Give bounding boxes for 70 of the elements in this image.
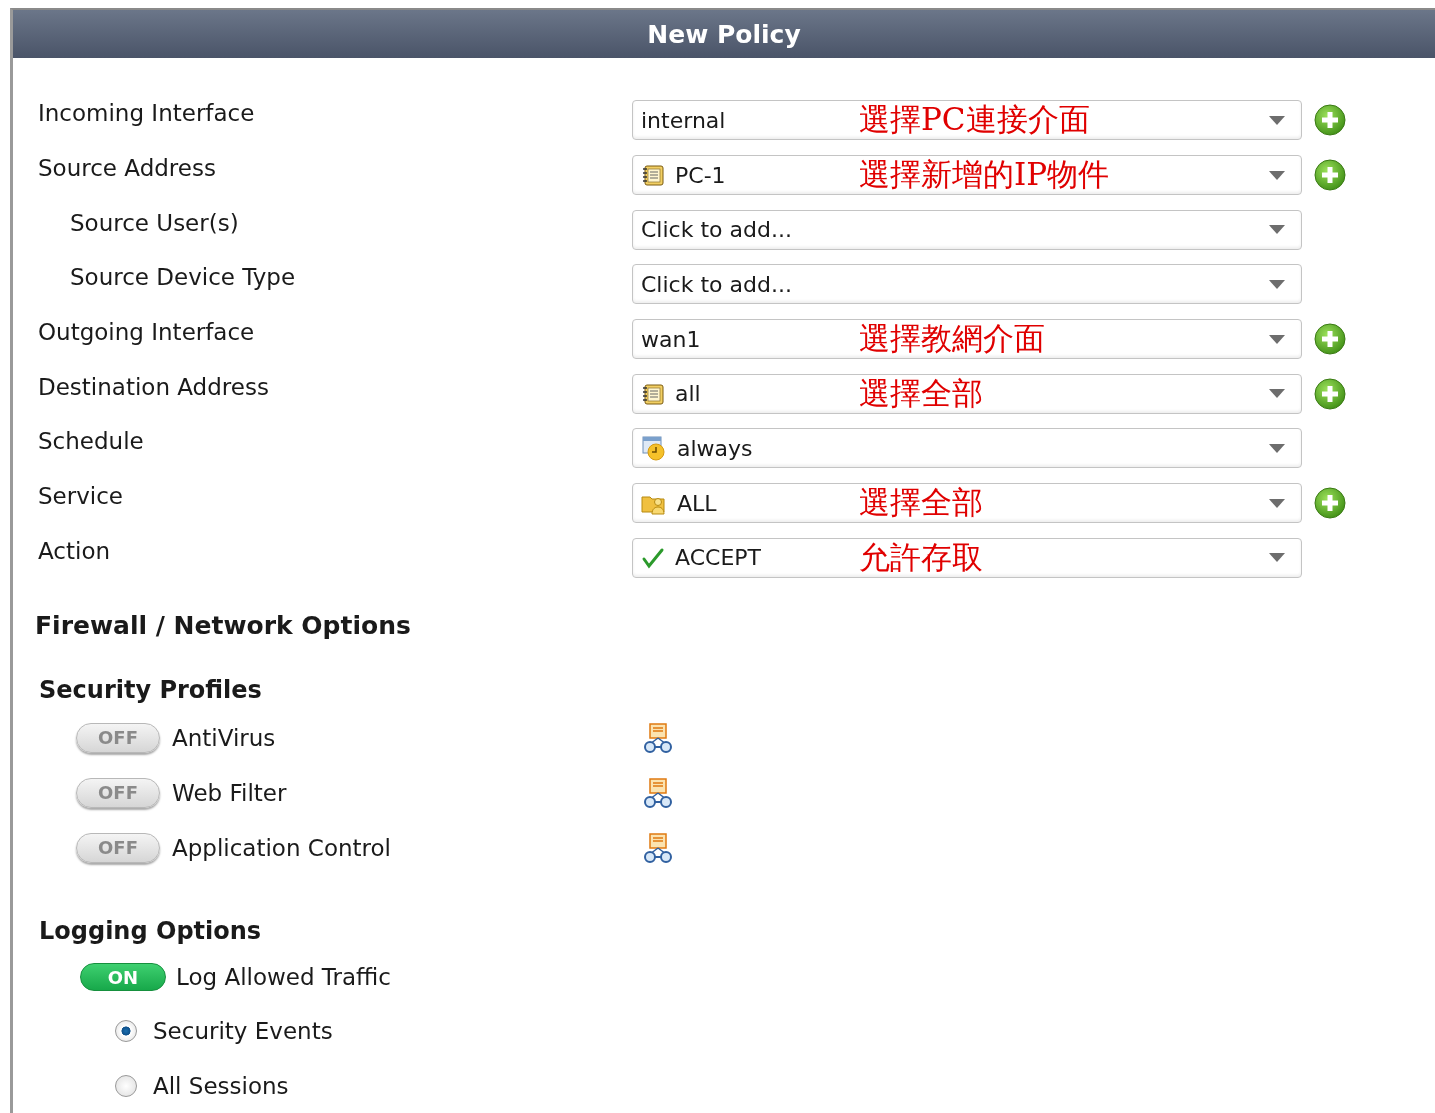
add-button[interactable] bbox=[1314, 377, 1346, 410]
window-title: New Policy bbox=[13, 10, 1435, 58]
field-label: Outgoing Interface bbox=[38, 319, 256, 346]
section-heading: Security Profiles bbox=[39, 676, 263, 705]
field-label: Service bbox=[38, 483, 124, 510]
dropdown-field[interactable]: ALL 選擇全部 bbox=[632, 483, 1302, 524]
address-book-icon bbox=[641, 381, 665, 406]
field-value: all bbox=[675, 381, 701, 407]
dropdown-caret-icon bbox=[1269, 115, 1285, 125]
dropdown-caret-icon bbox=[1269, 553, 1285, 563]
add-icon bbox=[1314, 377, 1346, 410]
dropdown-field[interactable]: Click to add... bbox=[632, 209, 1302, 250]
field-value: internal bbox=[641, 107, 726, 133]
section-heading: Logging Options bbox=[39, 917, 263, 946]
dropdown-field[interactable]: ACCEPT 允許存取 bbox=[632, 537, 1302, 578]
profile-label: Web Filter bbox=[172, 779, 287, 806]
dropdown-caret-icon bbox=[1269, 498, 1285, 508]
add-icon bbox=[1314, 104, 1346, 137]
add-button[interactable] bbox=[1314, 323, 1346, 356]
radio-label: All Sessions bbox=[153, 1072, 289, 1099]
annotation-text: 選擇PC連接介面 bbox=[859, 100, 1090, 140]
dropdown-field[interactable]: Click to add... bbox=[632, 264, 1302, 305]
field-label: Destination Address bbox=[38, 373, 270, 400]
field-value: ALL bbox=[677, 490, 717, 516]
dropdown-caret-icon bbox=[1269, 334, 1285, 344]
add-button[interactable] bbox=[1314, 487, 1346, 520]
add-icon bbox=[1314, 323, 1346, 356]
field-value: ACCEPT bbox=[675, 545, 761, 571]
dropdown-caret-icon bbox=[1269, 443, 1285, 453]
dropdown-field[interactable]: all 選擇全部 bbox=[632, 373, 1302, 414]
field-label: Schedule bbox=[38, 428, 145, 455]
field-label: Source User(s) bbox=[69, 209, 240, 236]
profile-glasses-icon bbox=[642, 721, 674, 754]
dropdown-field[interactable]: internal 選擇PC連接介面 bbox=[632, 100, 1302, 141]
add-icon bbox=[1314, 487, 1346, 520]
add-icon bbox=[1314, 159, 1346, 192]
dropdown-caret-icon bbox=[1269, 389, 1285, 399]
section-heading: Firewall / Network Options bbox=[35, 611, 412, 641]
annotation-text: 允許存取 bbox=[859, 537, 983, 577]
dropdown-caret-icon bbox=[1269, 225, 1285, 235]
address-book-icon bbox=[641, 163, 665, 188]
field-value: wan1 bbox=[641, 326, 701, 352]
dropdown-caret-icon bbox=[1269, 279, 1285, 289]
profile-label: Application Control bbox=[172, 834, 391, 861]
radio-label: Security Events bbox=[153, 1017, 333, 1044]
field-value: PC-1 bbox=[675, 162, 726, 188]
add-button[interactable] bbox=[1314, 104, 1346, 137]
radio-button[interactable] bbox=[115, 1074, 137, 1097]
annotation-text: 選擇新增的IP物件 bbox=[859, 155, 1110, 195]
profile-glasses-icon bbox=[642, 831, 674, 864]
dropdown-field[interactable]: PC-1 選擇新增的IP物件 bbox=[632, 155, 1302, 196]
field-label: Action bbox=[38, 537, 112, 564]
field-label: Incoming Interface bbox=[38, 100, 256, 127]
annotation-text: 選擇全部 bbox=[859, 483, 983, 523]
field-label: Source Address bbox=[38, 155, 217, 182]
dropdown-field[interactable]: always bbox=[632, 428, 1302, 469]
field-value: always bbox=[677, 435, 753, 461]
toggle-label: Log Allowed Traffic bbox=[176, 964, 391, 991]
annotation-text: 選擇教網介面 bbox=[859, 319, 1045, 359]
field-placeholder: Click to add... bbox=[641, 271, 792, 297]
field-placeholder: Click to add... bbox=[641, 217, 792, 243]
radio-button[interactable] bbox=[115, 1019, 137, 1042]
dropdown-field[interactable]: wan1 選擇教網介面 bbox=[632, 319, 1302, 360]
profile-glasses-icon bbox=[642, 776, 674, 809]
calendar-clock-icon bbox=[641, 435, 667, 462]
field-label: Source Device Type bbox=[69, 264, 297, 291]
add-button[interactable] bbox=[1314, 159, 1346, 192]
dropdown-caret-icon bbox=[1269, 170, 1285, 180]
profile-label: AntiVirus bbox=[172, 724, 276, 751]
annotation-text: 選擇全部 bbox=[859, 373, 983, 413]
